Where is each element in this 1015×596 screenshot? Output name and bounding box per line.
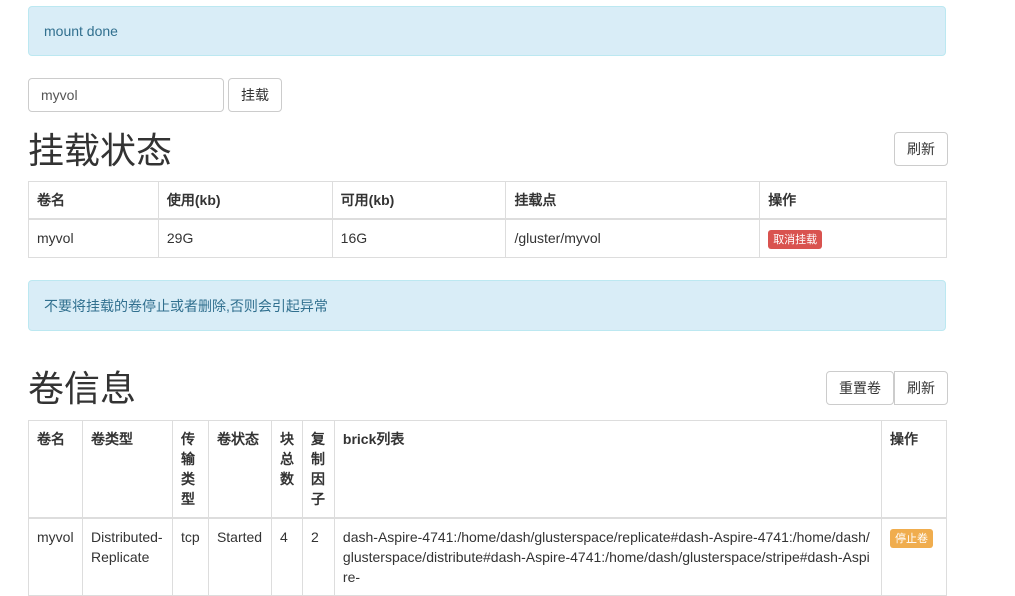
stop-volume-button[interactable]: 停止卷 (890, 529, 934, 548)
table-header-row: 卷名 使用(kb) 可用(kb) 挂载点 操作 (28, 181, 947, 220)
column-header: 卷名 (28, 181, 159, 220)
bricks-cell: dash-Aspire-4741:/home/dash/glusterspace… (333, 517, 883, 596)
mount-status-text: mount done (44, 23, 118, 39)
status-cell: Started (207, 517, 272, 596)
column-header: 卷名 (28, 420, 83, 519)
column-header: 块总数 (270, 420, 303, 519)
table-row: myvol Distributed-Replicate tcp Started … (28, 517, 947, 596)
action-cell: 取消挂载 (759, 218, 947, 258)
column-header: brick列表 (333, 420, 883, 519)
column-header: 卷状态 (207, 420, 272, 519)
table-header-row: 卷名 卷类型 传输类型 卷状态 块总数 复制因子 brick列表 操作 (28, 420, 947, 519)
mount-refresh-button[interactable]: 刷新 (894, 132, 948, 166)
column-header: 卷类型 (81, 420, 173, 519)
transport-cell: tcp (171, 517, 209, 596)
mount-status-title: 挂载状态 (28, 131, 173, 172)
unmount-button[interactable]: 取消挂载 (768, 230, 823, 249)
volume-name-cell: myvol (28, 218, 159, 258)
column-header: 操作 (759, 181, 947, 220)
column-header: 复制因子 (301, 420, 335, 519)
reset-volume-button[interactable]: 重置卷 (826, 371, 894, 405)
column-header: 使用(kb) (157, 181, 333, 220)
volume-name-cell: myvol (28, 517, 83, 596)
mount-button[interactable]: 挂载 (228, 78, 282, 112)
mount-status-alert: mount done (28, 6, 946, 56)
column-header: 传输类型 (171, 420, 209, 519)
column-header: 可用(kb) (331, 181, 507, 220)
volume-info-title: 卷信息 (28, 369, 137, 410)
column-header: 操作 (881, 420, 947, 519)
action-cell: 停止卷 (881, 517, 947, 596)
table-row: myvol 29G 16G /gluster/myvol 取消挂载 (28, 218, 947, 258)
volume-refresh-button[interactable]: 刷新 (894, 371, 948, 405)
warning-text: 不要将挂载的卷停止或者删除,否则会引起异常 (44, 297, 328, 314)
brick-count-cell: 4 (270, 517, 303, 596)
volume-info-table: 卷名 卷类型 传输类型 卷状态 块总数 复制因子 brick列表 操作 myvo… (28, 420, 947, 596)
replica-cell: 2 (301, 517, 335, 596)
mount-point-cell: /gluster/myvol (505, 218, 761, 258)
volume-name-input[interactable] (28, 78, 224, 112)
available-cell: 16G (331, 218, 507, 258)
warning-alert: 不要将挂载的卷停止或者删除,否则会引起异常 (28, 280, 946, 331)
used-cell: 29G (157, 218, 333, 258)
column-header: 挂载点 (505, 181, 761, 220)
volume-type-cell: Distributed-Replicate (81, 517, 173, 596)
mount-status-table: 卷名 使用(kb) 可用(kb) 挂载点 操作 myvol 29G 16G /g… (28, 181, 947, 258)
